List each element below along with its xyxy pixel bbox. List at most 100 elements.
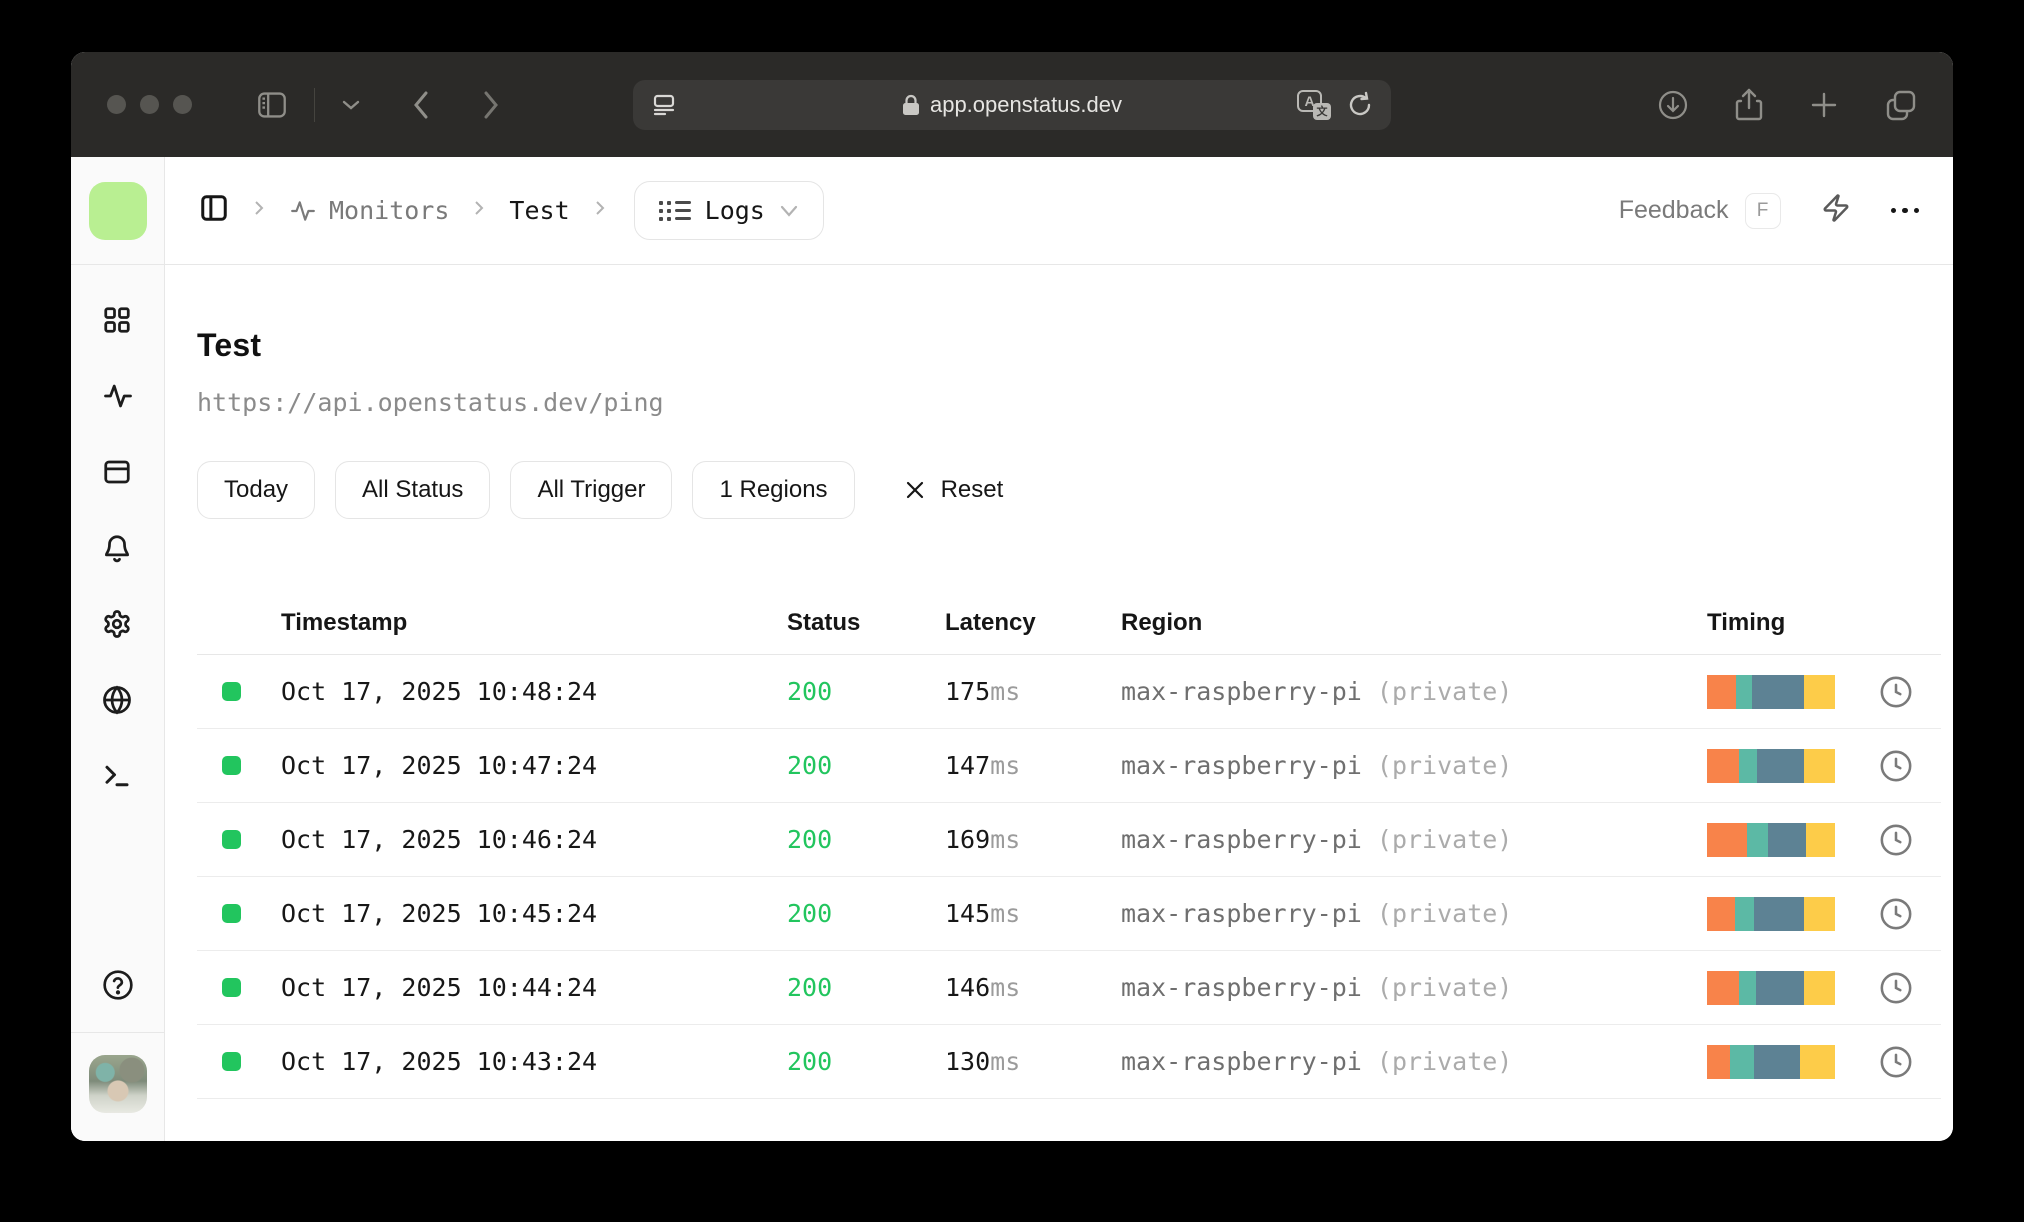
url-text: app.openstatus.dev [929, 91, 1123, 117]
page-menu-icon[interactable] [651, 93, 677, 117]
latency-cell: 146ms [945, 973, 1021, 1002]
more-options-icon[interactable] [1890, 207, 1919, 214]
clock-icon[interactable] [1879, 897, 1913, 931]
region-cell: max-raspberry-pi (private) [1121, 899, 1513, 928]
forward-button[interactable] [481, 89, 501, 121]
sidebar-chevron-icon[interactable] [341, 99, 361, 111]
traffic-lights [107, 95, 192, 114]
latency-cell: 130ms [945, 1047, 1021, 1076]
dashboard-icon[interactable] [102, 305, 134, 340]
log-table-row[interactable]: Oct 17, 2025 10:48:24 200 175ms max-rasp… [197, 655, 1941, 729]
status-dot [222, 904, 241, 923]
clock-icon[interactable] [1879, 971, 1913, 1005]
column-header-region[interactable]: Region [1121, 609, 1707, 637]
timing-segment [1746, 822, 1769, 857]
timing-cell [1707, 822, 1941, 857]
timing-segment [1768, 822, 1806, 857]
workspace-logo[interactable] [88, 182, 147, 240]
status-dot [222, 682, 241, 701]
clock-icon[interactable] [1879, 1045, 1913, 1079]
lock-icon [902, 94, 920, 116]
zoom-window-button[interactable] [173, 95, 192, 114]
clock-icon[interactable] [1879, 823, 1913, 857]
timing-segment [1755, 970, 1805, 1005]
feedback-button[interactable]: Feedback F [1619, 192, 1781, 229]
timing-segment [1754, 896, 1805, 931]
timing-segment [1805, 822, 1835, 857]
notifications-icon[interactable] [102, 533, 134, 568]
timestamp-cell: Oct 17, 2025 10:46:24 [281, 825, 598, 854]
timing-segment [1804, 970, 1835, 1005]
timing-segment [1735, 896, 1755, 931]
timing-segment [1707, 748, 1739, 783]
clock-icon[interactable] [1879, 749, 1913, 783]
log-table-row[interactable]: Oct 17, 2025 10:47:24 200 147ms max-rasp… [197, 729, 1941, 803]
user-avatar[interactable] [88, 1055, 147, 1113]
new-tab-icon[interactable] [1809, 90, 1839, 120]
regions-filter-button[interactable]: 1 Regions [692, 461, 855, 519]
tab-overview-icon[interactable] [1885, 89, 1917, 121]
timing-cell [1707, 970, 1941, 1005]
page-title: Test [197, 327, 262, 363]
panel-toggle-icon[interactable] [199, 193, 229, 228]
table-header-row: Timestamp Status Latency Region Timing [197, 591, 1941, 655]
breadcrumb-separator-icon [592, 198, 608, 223]
view-selector-button[interactable]: Logs [633, 181, 824, 240]
region-cell: max-raspberry-pi (private) [1121, 825, 1513, 854]
status-dot [222, 756, 241, 775]
timing-bar [1707, 970, 1835, 1005]
share-icon[interactable] [1735, 88, 1763, 122]
timestamp-cell: Oct 17, 2025 10:48:24 [281, 677, 598, 706]
status-filter-button[interactable]: All Status [335, 461, 491, 519]
log-table-row[interactable]: Oct 17, 2025 10:44:24 200 146ms max-rasp… [197, 951, 1941, 1025]
date-filter-button[interactable]: Today [197, 461, 316, 519]
settings-icon[interactable] [102, 609, 134, 644]
timing-segment [1754, 1044, 1801, 1079]
region-cell: max-raspberry-pi (private) [1121, 1047, 1513, 1076]
translate-icon[interactable]: A文 [1297, 89, 1331, 120]
status-code-cell: 200 [787, 1047, 833, 1076]
reset-filters-button[interactable]: Reset [903, 476, 1003, 504]
latency-cell: 169ms [945, 825, 1021, 854]
globe-icon[interactable] [102, 685, 134, 720]
downloads-icon[interactable] [1657, 89, 1689, 121]
timing-bar [1707, 674, 1835, 709]
timestamp-cell: Oct 17, 2025 10:45:24 [281, 899, 598, 928]
status-dot [222, 830, 241, 849]
back-button[interactable] [411, 89, 431, 121]
column-header-timestamp[interactable]: Timestamp [281, 609, 787, 637]
latency-cell: 175ms [945, 677, 1021, 706]
command-menu-icon[interactable] [1821, 192, 1851, 229]
column-header-timing[interactable]: Timing [1707, 609, 1941, 637]
browser-toolbar: app.openstatus.dev A文 [71, 52, 1953, 157]
sidebar-toggle-icon[interactable] [256, 91, 288, 119]
sidebar-divider [71, 1032, 165, 1033]
trigger-filter-button[interactable]: All Trigger [510, 461, 673, 519]
log-table-row[interactable]: Oct 17, 2025 10:45:24 200 145ms max-rasp… [197, 877, 1941, 951]
reload-icon[interactable] [1347, 91, 1373, 119]
log-table-row[interactable]: Oct 17, 2025 10:43:24 200 130ms max-rasp… [197, 1025, 1941, 1099]
timing-bar [1707, 822, 1835, 857]
timing-cell [1707, 748, 1941, 783]
help-icon[interactable] [102, 969, 134, 1006]
address-bar[interactable]: app.openstatus.dev A文 [633, 79, 1391, 130]
timing-cell [1707, 674, 1941, 709]
monitors-icon [291, 200, 315, 221]
log-table-row[interactable]: Oct 17, 2025 10:46:24 200 169ms max-rasp… [197, 803, 1941, 877]
close-window-button[interactable] [107, 95, 126, 114]
timing-segment [1800, 1044, 1835, 1079]
column-header-status[interactable]: Status [787, 609, 945, 637]
status-pages-icon[interactable] [102, 457, 134, 492]
breadcrumb-monitors[interactable]: Monitors [289, 196, 449, 225]
monitors-icon[interactable] [102, 381, 134, 416]
minimize-window-button[interactable] [140, 95, 159, 114]
breadcrumb-separator-icon [471, 198, 487, 223]
terminal-icon[interactable] [102, 761, 134, 796]
app-header: Monitors Test Logs Feedback F [165, 157, 1953, 265]
breadcrumb-monitor-name[interactable]: Test [509, 196, 569, 225]
timestamp-cell: Oct 17, 2025 10:47:24 [281, 751, 598, 780]
status-code-cell: 200 [787, 677, 833, 706]
status-code-cell: 200 [787, 899, 833, 928]
column-header-latency[interactable]: Latency [945, 609, 1121, 637]
clock-icon[interactable] [1879, 675, 1913, 709]
